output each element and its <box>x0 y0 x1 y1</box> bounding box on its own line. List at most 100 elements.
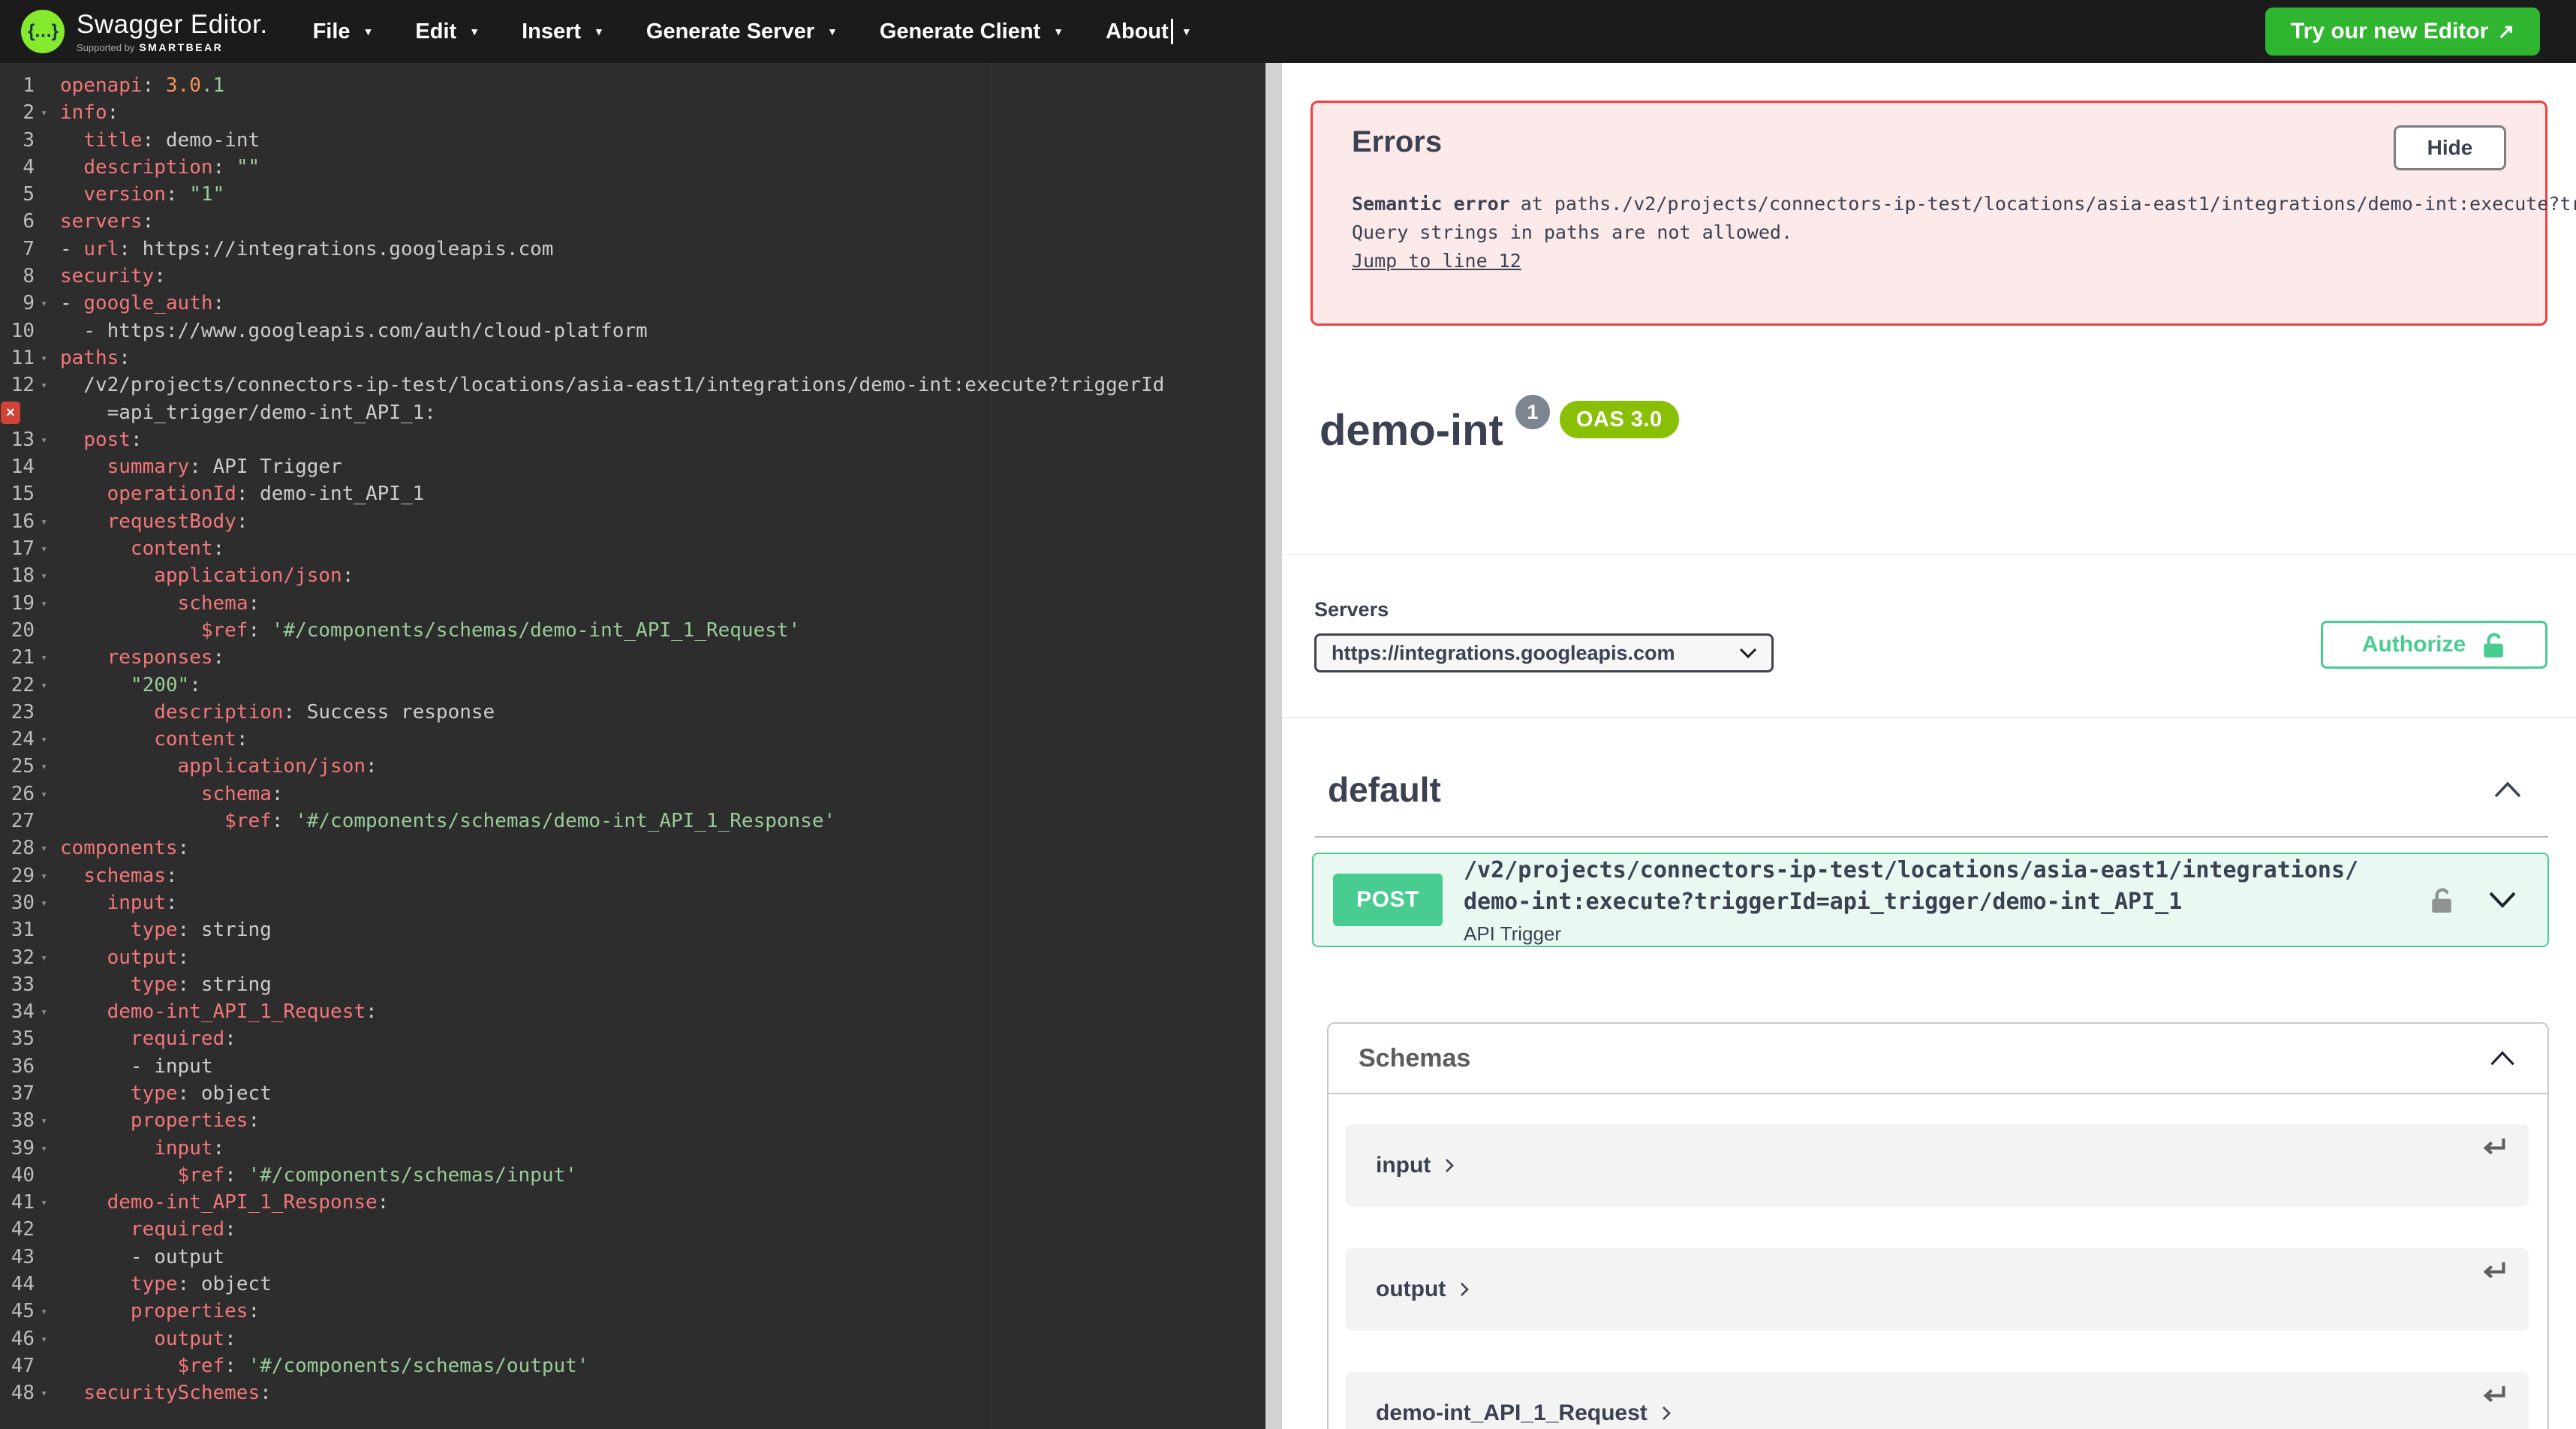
line-number-gutter[interactable]: 31 ▾ <box>0 916 50 943</box>
fold-caret-icon[interactable]: ▾ <box>41 535 47 562</box>
fold-caret-icon[interactable]: ▾ <box>41 290 47 317</box>
line-number-gutter[interactable]: 26 ▾ <box>0 781 50 808</box>
jump-to-line-link[interactable]: Jump to line 12 <box>1352 250 1521 272</box>
code-line[interactable]: × 21 ▾ responses: <box>0 644 1265 671</box>
line-number-gutter[interactable]: 9 ▾ <box>0 290 50 317</box>
fold-caret-icon[interactable]: ▾ <box>41 781 47 808</box>
menu-item[interactable]: Edit ▼ <box>415 19 480 44</box>
line-number-gutter[interactable]: 48 ▾ <box>0 1379 50 1406</box>
code-line[interactable]: × 41 ▾ demo-int_API_1_Response: <box>0 1189 1265 1216</box>
line-number-gutter[interactable]: 4 ▾ <box>0 154 50 181</box>
line-number-gutter[interactable]: 39 ▾ <box>0 1135 50 1162</box>
fold-caret-icon[interactable]: ▾ <box>41 1135 47 1162</box>
fold-caret-icon[interactable]: ▾ <box>41 726 47 753</box>
model-row[interactable]: output <box>1346 1248 2529 1331</box>
code-line[interactable]: × 40 ▾ $ref: '#/components/schemas/input… <box>0 1162 1265 1189</box>
code-line[interactable]: × 32 ▾ output: <box>0 944 1265 971</box>
line-number-gutter[interactable]: 22 ▾ <box>0 672 50 699</box>
code-line[interactable]: × ▾ =api_trigger/demo-int_API_1: <box>0 399 1265 426</box>
pane-splitter[interactable] <box>1265 63 1282 1429</box>
code-line[interactable]: × 29 ▾ schemas: <box>0 862 1265 889</box>
line-number-gutter[interactable]: 10 ▾ <box>0 317 50 344</box>
line-number-gutter[interactable]: 28 ▾ <box>0 835 50 862</box>
line-number-gutter[interactable]: 16 ▾ <box>0 508 50 535</box>
line-number-gutter[interactable]: 30 ▾ <box>0 889 50 916</box>
fold-caret-icon[interactable]: ▾ <box>41 562 47 589</box>
fold-caret-icon[interactable]: ▾ <box>41 1379 47 1406</box>
line-number-gutter[interactable]: 27 ▾ <box>0 808 50 835</box>
menu-item[interactable]: About ▼ <box>1106 19 1192 44</box>
code-line[interactable]: × 16 ▾ requestBody: <box>0 508 1265 535</box>
fold-caret-icon[interactable]: ▾ <box>41 99 47 126</box>
code-line[interactable]: × 19 ▾ schema: <box>0 590 1265 617</box>
code-line[interactable]: × 46 ▾ output: <box>0 1325 1265 1352</box>
fold-caret-icon[interactable]: ▾ <box>41 862 47 889</box>
line-number-gutter[interactable]: 47 ▾ <box>0 1352 50 1379</box>
servers-select[interactable]: https://integrations.googleapis.com <box>1314 633 1774 672</box>
code-line[interactable]: × 48 ▾ securitySchemes: <box>0 1379 1265 1406</box>
line-number-gutter[interactable]: 18 ▾ <box>0 562 50 589</box>
fold-caret-icon[interactable]: ▾ <box>41 889 47 916</box>
code-line[interactable]: × 44 ▾ type: object <box>0 1271 1265 1298</box>
code-line[interactable]: × 34 ▾ demo-int_API_1_Request: <box>0 998 1265 1025</box>
code-line[interactable]: × 28 ▾ components: <box>0 835 1265 862</box>
code-line[interactable]: × 4 ▾ description: "" <box>0 154 1265 181</box>
try-new-editor-button[interactable]: Try our new Editor ↗ <box>2265 8 2540 56</box>
fold-caret-icon[interactable]: ▾ <box>41 1107 47 1134</box>
code-line[interactable]: × 35 ▾ required: <box>0 1025 1265 1052</box>
code-line[interactable]: × 27 ▾ $ref: '#/components/schemas/demo-… <box>0 808 1265 835</box>
tag-section-default[interactable]: default <box>1315 769 2548 838</box>
code-line[interactable]: × 39 ▾ input: <box>0 1135 1265 1162</box>
line-number-gutter[interactable]: 11 ▾ <box>0 344 50 372</box>
code-line[interactable]: × 6 ▾ servers: <box>0 208 1265 235</box>
code-line[interactable]: × 45 ▾ properties: <box>0 1298 1265 1325</box>
line-number-gutter[interactable]: 36 ▾ <box>0 1053 50 1080</box>
line-number-gutter[interactable]: 42 ▾ <box>0 1216 50 1243</box>
fold-caret-icon[interactable]: ▾ <box>41 344 47 372</box>
line-number-gutter[interactable]: 23 ▾ <box>0 699 50 726</box>
line-number-gutter[interactable]: 34 ▾ <box>0 998 50 1025</box>
code-line[interactable]: × 8 ▾ security: <box>0 263 1265 290</box>
chevron-up-icon[interactable] <box>2487 1049 2517 1067</box>
code-line[interactable]: × 36 ▾ - input <box>0 1053 1265 1080</box>
line-number-gutter[interactable]: 2 ▾ <box>0 99 50 126</box>
line-number-gutter[interactable]: 12 ▾ <box>0 372 50 399</box>
line-number-gutter[interactable]: 40 ▾ <box>0 1162 50 1189</box>
code-line[interactable]: × 11 ▾ paths: <box>0 344 1265 372</box>
code-line[interactable]: × 23 ▾ description: Success response <box>0 699 1265 726</box>
chevron-right-icon[interactable] <box>1661 1405 1672 1421</box>
line-number-gutter[interactable]: 29 ▾ <box>0 862 50 889</box>
code-line[interactable]: × 31 ▾ type: string <box>0 916 1265 943</box>
line-number-gutter[interactable]: 3 ▾ <box>0 127 50 154</box>
chevron-up-icon[interactable] <box>2491 780 2524 799</box>
line-number-gutter[interactable]: 7 ▾ <box>0 236 50 263</box>
line-number-gutter[interactable]: 24 ▾ <box>0 726 50 753</box>
line-number-gutter[interactable]: 8 ▾ <box>0 263 50 290</box>
line-number-gutter[interactable]: 20 ▾ <box>0 617 50 644</box>
authorize-button[interactable]: Authorize <box>2321 621 2547 669</box>
code-line[interactable]: × 38 ▾ properties: <box>0 1107 1265 1134</box>
line-number-gutter[interactable]: 37 ▾ <box>0 1080 50 1107</box>
code-line[interactable]: × 20 ▾ $ref: '#/components/schemas/demo-… <box>0 617 1265 644</box>
model-row[interactable]: input <box>1346 1124 2529 1207</box>
menu-item[interactable]: Generate Server ▼ <box>646 19 838 44</box>
code-line[interactable]: × 13 ▾ post: <box>0 426 1265 453</box>
code-line[interactable]: × 14 ▾ summary: API Trigger <box>0 453 1265 480</box>
hide-errors-button[interactable]: Hide <box>2394 125 2506 170</box>
menu-item[interactable]: Generate Client ▼ <box>880 19 1064 44</box>
line-number-gutter[interactable]: 35 ▾ <box>0 1025 50 1052</box>
code-line[interactable]: × 5 ▾ version: "1" <box>0 181 1265 208</box>
chevron-right-icon[interactable] <box>1459 1281 1470 1298</box>
code-line[interactable]: × 47 ▾ $ref: '#/components/schemas/outpu… <box>0 1352 1265 1379</box>
code-line[interactable]: × 1 ▾ openapi: 3.0.1 <box>0 72 1265 99</box>
menu-item[interactable]: File ▼ <box>313 19 374 44</box>
chevron-down-icon[interactable] <box>2486 890 2519 910</box>
code-line[interactable]: × 25 ▾ application/json: <box>0 753 1265 780</box>
code-line[interactable]: × 9 ▾ - google_auth: <box>0 290 1265 317</box>
line-number-gutter[interactable]: 41 ▾ <box>0 1189 50 1216</box>
line-number-gutter[interactable]: 38 ▾ <box>0 1107 50 1134</box>
code-line[interactable]: × 37 ▾ type: object <box>0 1080 1265 1107</box>
line-number-gutter[interactable]: 25 ▾ <box>0 753 50 780</box>
code-line[interactable]: × 10 ▾ - https://www.googleapis.com/auth… <box>0 317 1265 344</box>
fold-caret-icon[interactable]: ▾ <box>41 1298 47 1325</box>
